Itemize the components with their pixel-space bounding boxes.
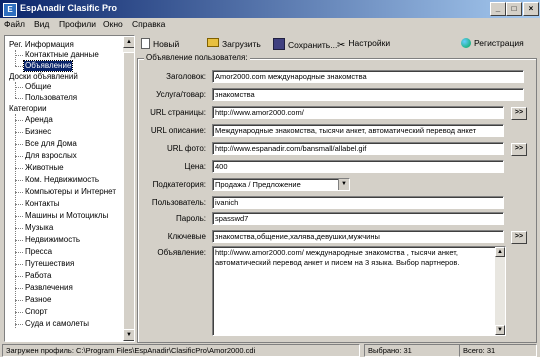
keywords-field[interactable]: знакомства,общение,халява,девушки,мужчин…: [212, 230, 504, 243]
tree-item-category[interactable]: Путешествия: [25, 259, 74, 269]
toolbar: Новый Загрузить Сохранить... ✂ Настройки …: [135, 35, 540, 53]
url-field[interactable]: http://www.amor2000.com/: [212, 106, 504, 119]
tree-item-category[interactable]: Все для Дома: [25, 139, 77, 149]
close-button[interactable]: ×: [523, 2, 539, 16]
tree-item-category[interactable]: Работа: [25, 271, 51, 281]
load-button[interactable]: Загрузить: [207, 38, 261, 50]
url-desc-label: URL описание:: [150, 126, 206, 135]
service-label: Услуга/товар:: [156, 90, 206, 99]
tree-item-category[interactable]: Недвижимость: [25, 235, 80, 245]
menu-bar: Файл Вид Профили Окно Справка: [0, 18, 540, 32]
menu-file[interactable]: Файл: [4, 19, 25, 29]
tree-item-ad[interactable]: Объявление: [22, 60, 74, 72]
ad-form-group: Объявление пользователя: Заголовок: Amor…: [137, 53, 537, 343]
tree-item-category[interactable]: Музыка: [25, 223, 53, 233]
ad-text-area[interactable]: http://www.amor2000.com/ международные з…: [212, 246, 506, 336]
service-field[interactable]: знакомства: [212, 88, 524, 101]
tree-item-category[interactable]: Развлечения: [25, 283, 73, 293]
menu-help[interactable]: Справка: [132, 19, 165, 29]
globe-icon: [461, 38, 471, 48]
status-selected: Выбрано: 31: [364, 344, 460, 357]
url-desc-field[interactable]: Международные знакомства, тысячи анкет, …: [212, 124, 504, 137]
title-field[interactable]: Amor2000.com международные знакомства: [212, 70, 524, 83]
register-button[interactable]: Регистрация: [461, 38, 524, 50]
open-folder-icon: [207, 38, 219, 47]
subcategory-select[interactable]: Продажа / Предложение ▼: [212, 178, 350, 191]
tree-item-user-boards[interactable]: Пользователя: [25, 93, 77, 103]
status-profile: Загружен профиль: C:\Program Files\EspAn…: [2, 344, 360, 357]
menu-window[interactable]: Окно: [103, 19, 123, 29]
title-bar[interactable]: E EspAnadir Clasific Pro _ □ ×: [0, 0, 540, 18]
tree-item-contact-data[interactable]: Контактные данные: [25, 50, 99, 60]
scroll-down-button[interactable]: ▼: [123, 329, 134, 341]
password-label: Пароль:: [176, 214, 206, 223]
new-button[interactable]: Новый: [141, 38, 179, 50]
price-field[interactable]: 400: [212, 160, 504, 173]
photo-url-field[interactable]: http://www.espanadir.com/bansmall/allabe…: [212, 142, 504, 155]
tree-item-category[interactable]: Животные: [25, 163, 64, 173]
tree-item-category[interactable]: Компьютеры и Интернет: [25, 187, 116, 197]
price-label: Цена:: [184, 162, 206, 171]
menu-profiles[interactable]: Профили: [59, 19, 96, 29]
tree-item-reg-info[interactable]: Рег. Информация: [9, 40, 74, 50]
url-go-button[interactable]: >>: [511, 107, 527, 120]
password-field[interactable]: spasswd7: [212, 212, 504, 225]
save-disk-icon: [273, 38, 285, 50]
tree-item-category[interactable]: Аренда: [25, 115, 53, 125]
photo-go-button[interactable]: >>: [511, 143, 527, 156]
keywords-label: Ключевые: [167, 232, 206, 241]
ad-text-scrollbar[interactable]: ▲ ▼: [495, 247, 505, 335]
tree-item-category[interactable]: Бизнес: [25, 127, 51, 137]
tree-item-category[interactable]: Машины и Мотоциклы: [25, 211, 108, 221]
status-total: Всего: 31: [459, 344, 537, 357]
photo-url-label: URL фото:: [166, 144, 206, 153]
tree-item-categories[interactable]: Категории: [9, 104, 47, 114]
tree-item-category[interactable]: Пресса: [25, 247, 52, 257]
app-icon: E: [3, 3, 17, 17]
ad-text-label: Объявление:: [157, 248, 206, 257]
scroll-thumb[interactable]: [123, 52, 134, 332]
chevron-down-icon[interactable]: ▼: [338, 179, 349, 190]
menu-view[interactable]: Вид: [34, 19, 49, 29]
save-button[interactable]: Сохранить...: [273, 38, 337, 50]
window-title: EspAnadir Clasific Pro: [20, 3, 118, 13]
settings-button[interactable]: ✂ Настройки: [337, 38, 390, 51]
url-label: URL страницы:: [150, 108, 206, 117]
memo-scroll-down[interactable]: ▼: [495, 325, 505, 335]
user-label: Пользователь:: [151, 198, 206, 207]
tree-item-category[interactable]: Разное: [25, 295, 51, 305]
tree-item-category[interactable]: Спорт: [25, 307, 48, 317]
title-label: Заголовок:: [166, 72, 206, 81]
tree-scrollbar[interactable]: ▲ ▼: [123, 36, 134, 341]
tree-item-common[interactable]: Общие: [25, 82, 51, 92]
scroll-up-button[interactable]: ▲: [123, 36, 134, 48]
group-title: Объявление пользователя:: [144, 53, 250, 62]
subcategory-label: Подкатегория:: [152, 180, 206, 189]
status-bar: Загружен профиль: C:\Program Files\EspAn…: [0, 343, 540, 357]
navigation-tree[interactable]: Рег. Информация Контактные данные Объявл…: [4, 35, 135, 342]
tree-item-boards[interactable]: Доски объявлений: [9, 72, 78, 82]
tools-icon: ✂: [337, 40, 346, 51]
maximize-button[interactable]: □: [506, 2, 522, 16]
tree-item-category[interactable]: Ком. Недвижимость: [25, 175, 99, 185]
tree-item-category[interactable]: Контакты: [25, 199, 60, 209]
tree-item-category[interactable]: Суда и самолеты: [25, 319, 89, 329]
memo-scroll-up[interactable]: ▲: [495, 247, 505, 257]
new-document-icon: [141, 38, 150, 49]
keywords-go-button[interactable]: >>: [511, 231, 527, 244]
user-field[interactable]: ivanich: [212, 196, 504, 209]
minimize-button[interactable]: _: [490, 2, 506, 16]
tree-item-category[interactable]: Для взрослых: [25, 151, 77, 161]
